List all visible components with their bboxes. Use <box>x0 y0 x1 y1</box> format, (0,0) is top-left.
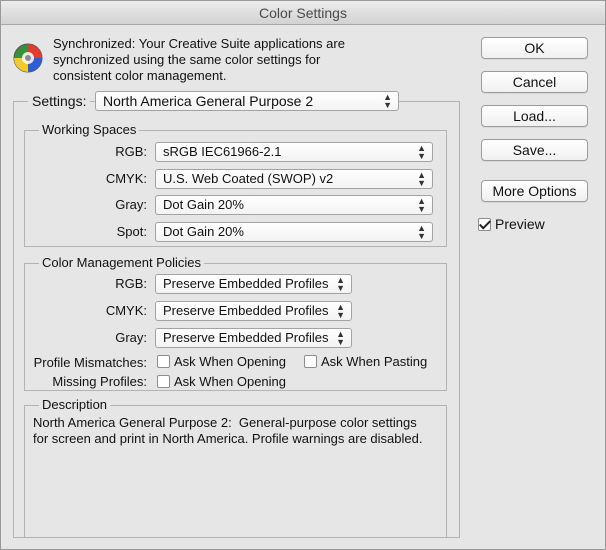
ws-rgb-value: sRGB IEC61966-2.1 <box>163 144 282 159</box>
preview-option[interactable]: Preview <box>478 216 545 234</box>
sync-line-3: consistent color management. <box>53 68 227 83</box>
settings-label: Settings: <box>28 93 91 109</box>
description-title: Description <box>39 397 111 412</box>
sync-line-1: Synchronized: Your Creative Suite applic… <box>53 36 345 51</box>
missing-ask-opening-option[interactable]: Ask When Opening <box>157 374 286 389</box>
missing-ask-opening-checkbox[interactable] <box>157 375 170 388</box>
mismatch-ask-opening-label: Ask When Opening <box>174 354 287 369</box>
description-text: North America General Purpose 2: General… <box>33 415 443 447</box>
ws-spot-label: Spot: <box>116 224 147 239</box>
ws-cmyk-select[interactable]: U.S. Web Coated (SWOP) v2 ▲ ▼ <box>155 169 433 189</box>
mismatch-ask-pasting-label: Ask When Pasting <box>321 354 428 369</box>
select-arrows-icon: ▲ ▼ <box>336 302 345 320</box>
select-arrows-icon: ▲ ▼ <box>417 196 426 214</box>
policy-cmyk-value: Preserve Embedded Profiles <box>163 303 329 318</box>
ws-cmyk-label: CMYK: <box>105 171 147 186</box>
window-title: Color Settings <box>1 1 605 25</box>
ws-rgb-label: RGB: <box>115 144 147 159</box>
load-button[interactable]: Load... <box>481 105 588 127</box>
select-arrows-icon: ▲ ▼ <box>336 275 345 293</box>
select-arrows-icon: ▲ ▼ <box>417 223 426 241</box>
policy-rgb-select[interactable]: Preserve Embedded Profiles ▲ ▼ <box>155 274 352 294</box>
select-arrows-icon: ▲ ▼ <box>417 170 426 188</box>
policy-gray-select[interactable]: Preserve Embedded Profiles ▲ ▼ <box>155 328 352 348</box>
description-line-2: for screen and print in North America. P… <box>33 431 423 446</box>
ws-spot-select[interactable]: Dot Gain 20% ▲ ▼ <box>155 222 433 242</box>
cancel-button[interactable]: Cancel <box>481 71 588 93</box>
color-settings-dialog: Color Settings Synchronized: Your Creati… <box>0 0 606 550</box>
synchronized-icon <box>13 43 43 73</box>
policy-gray-value: Preserve Embedded Profiles <box>163 330 329 345</box>
select-arrows-icon: ▲ ▼ <box>417 143 426 161</box>
policy-cmyk-label: CMYK: <box>105 303 147 318</box>
working-spaces-title: Working Spaces <box>39 122 140 137</box>
policies-title: Color Management Policies <box>39 255 204 270</box>
ws-cmyk-value: U.S. Web Coated (SWOP) v2 <box>163 171 334 186</box>
save-button[interactable]: Save... <box>481 139 588 161</box>
settings-select[interactable]: North America General Purpose 2 ▲ ▼ <box>95 91 399 111</box>
mismatch-ask-pasting-checkbox[interactable] <box>304 355 317 368</box>
ws-gray-label: Gray: <box>115 197 147 212</box>
profile-mismatches-label: Profile Mismatches: <box>33 355 147 370</box>
policy-rgb-label: RGB: <box>115 276 147 291</box>
mismatch-ask-opening-checkbox[interactable] <box>157 355 170 368</box>
ws-rgb-select[interactable]: sRGB IEC61966-2.1 ▲ ▼ <box>155 142 433 162</box>
more-options-button[interactable]: More Options <box>481 180 588 202</box>
select-arrows-icon: ▲ ▼ <box>383 92 392 110</box>
preview-label: Preview <box>495 216 545 232</box>
sync-message: Synchronized: Your Creative Suite applic… <box>53 36 373 84</box>
preview-checkbox[interactable] <box>478 218 491 231</box>
missing-ask-opening-label: Ask When Opening <box>174 374 287 389</box>
sync-line-2: synchronized using the same color settin… <box>53 52 321 67</box>
ws-gray-select[interactable]: Dot Gain 20% ▲ ▼ <box>155 195 433 215</box>
mismatch-ask-opening-option[interactable]: Ask When Opening <box>157 354 286 369</box>
policy-rgb-value: Preserve Embedded Profiles <box>163 276 329 291</box>
description-line-1: North America General Purpose 2: General… <box>33 415 417 430</box>
ok-button[interactable]: OK <box>481 37 588 59</box>
select-arrows-icon: ▲ ▼ <box>336 329 345 347</box>
policy-gray-label: Gray: <box>115 330 147 345</box>
ws-gray-value: Dot Gain 20% <box>163 197 244 212</box>
missing-profiles-label: Missing Profiles: <box>52 374 147 389</box>
settings-value: North America General Purpose 2 <box>103 93 314 109</box>
policy-cmyk-select[interactable]: Preserve Embedded Profiles ▲ ▼ <box>155 301 352 321</box>
mismatch-ask-pasting-option[interactable]: Ask When Pasting <box>304 354 427 369</box>
ws-spot-value: Dot Gain 20% <box>163 224 244 239</box>
